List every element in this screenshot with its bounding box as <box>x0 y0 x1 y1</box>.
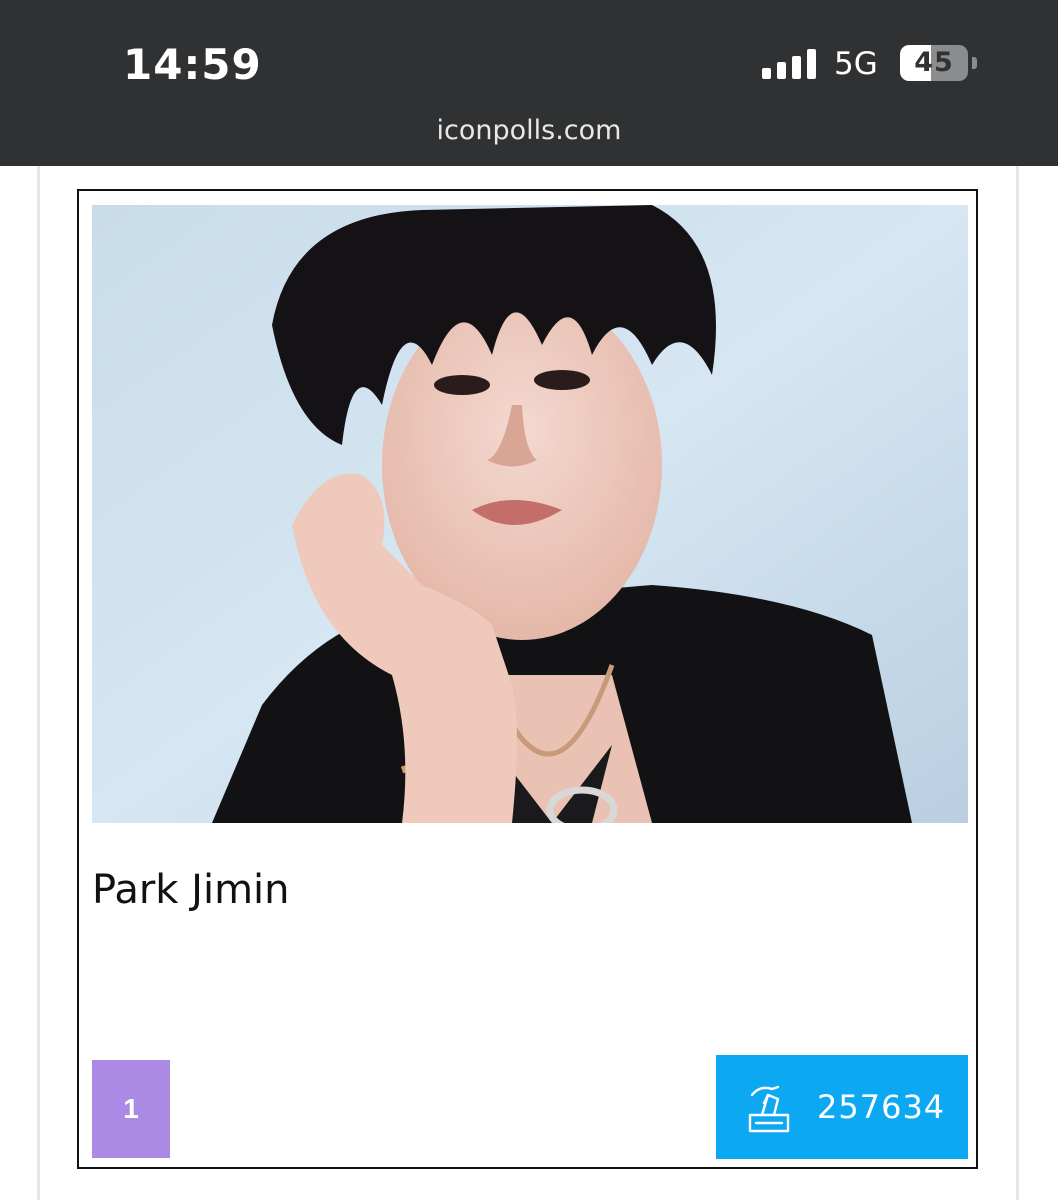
vote-count: 257634 <box>817 1088 946 1126</box>
battery-icon: 45 <box>900 45 968 81</box>
status-and-url-bar: 14:59 5G 45 iconpolls.com <box>0 0 1058 166</box>
ballot-box-icon <box>748 1085 790 1133</box>
page-rail-right <box>1016 166 1019 1200</box>
network-type: 5G <box>834 46 878 82</box>
status-time: 14:59 <box>123 40 262 89</box>
address-bar-url[interactable]: iconpolls.com <box>0 115 1058 146</box>
candidate-card: Park Jimin 1 257634 <box>77 189 978 1169</box>
battery-level: 45 <box>914 47 954 78</box>
rank-badge: 1 <box>92 1060 170 1158</box>
vote-button[interactable]: 257634 <box>716 1055 968 1159</box>
cellular-signal-icon <box>762 49 818 79</box>
page-rail-left <box>37 166 40 1200</box>
battery-tip <box>972 57 977 69</box>
candidate-photo[interactable] <box>92 205 968 823</box>
candidate-name: Park Jimin <box>92 867 290 913</box>
